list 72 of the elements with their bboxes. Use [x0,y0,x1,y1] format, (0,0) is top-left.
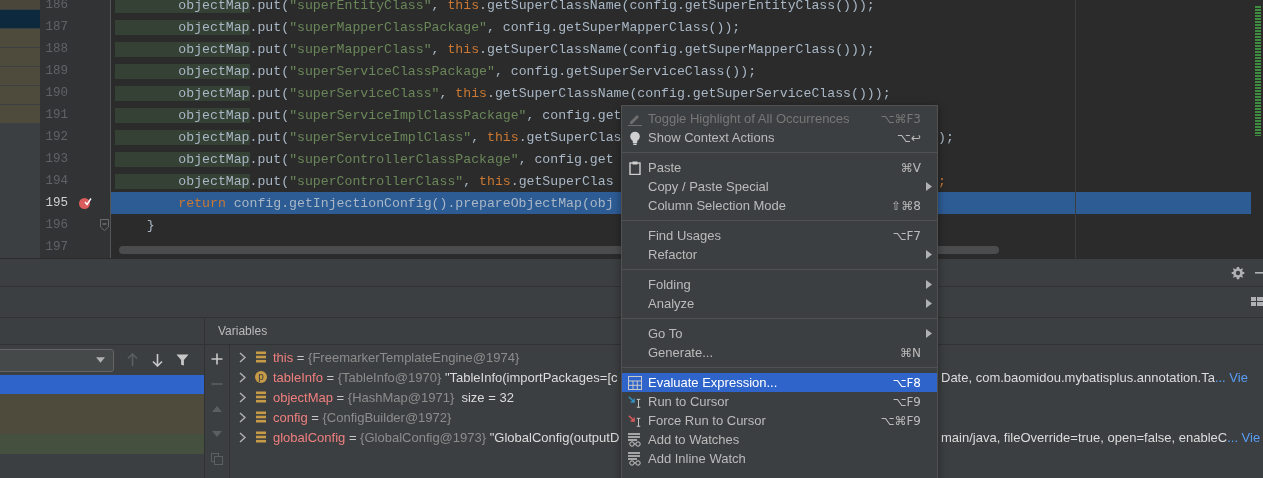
field-icon [255,391,267,403]
frame-row[interactable] [0,414,204,434]
code-line: return config.getInjectionConfig().prepareObjectMap(obj [177,195,614,211]
clipboard-icon [628,160,642,175]
code-fragment: ); [938,129,954,145]
menu-item[interactable]: Paste ⌘V [622,158,937,177]
minimize-icon[interactable] [1255,270,1263,275]
fold-icon[interactable] [99,219,109,231]
field-icon [255,431,267,443]
menu-item[interactable]: Add Inline Watch [622,449,937,468]
tree-row[interactable] [0,67,40,85]
menu-item[interactable]: Add to Watches [622,430,937,449]
view-link[interactable]: ... Vie [1214,369,1248,385]
code-line: objectMap.put("superMapperClassPackage", config.getSuperMapperClass()); [115,19,741,35]
tree-row[interactable] [0,29,40,47]
variable-entry: tableInfo = {TableInfo@1970} "TableInfo(importPackages=[c [273,369,618,385]
copy-icon[interactable] [211,453,223,465]
watch-icon [628,451,642,466]
menu-item[interactable]: Run to Cursor ⌥F9 [622,392,937,411]
down-arrow-icon[interactable] [151,353,164,367]
variable-value: main/java, fileOverride=true, open=false, enableC [941,429,1228,445]
view-link[interactable]: ... Vie [1227,429,1261,445]
settings-icon[interactable] [1231,265,1245,280]
frame-row[interactable] [0,375,204,394]
menu-item[interactable]: Refactor [622,245,937,264]
code-line: objectMap.put("superControllerClass", this.getSuperClas [115,173,614,189]
thread-dropdown[interactable] [0,348,114,372]
layout-icon[interactable] [1251,297,1263,307]
run-to-cursor-icon [628,394,642,409]
menu-item[interactable]: Column Selection Mode ⇧⌘8 [622,196,937,215]
panel-title: Variables [218,324,268,338]
menu-item[interactable]: Copy / Paste Special [622,177,937,196]
tree-row[interactable] [0,105,40,123]
code-line: objectMap.put("superMapperClass", this.getSuperClassName(config.getSuperMapperClass())); [115,41,875,57]
variable-entry: this = {FreemarkerTemplateEngine@1974} [273,349,520,365]
menu-item[interactable]: Generate... ⌘N [622,343,937,362]
line-number: 195 [44,196,68,210]
up-arrow-icon[interactable] [126,353,139,367]
menu-item[interactable]: Force Run to Cursor ⌥⌘F9 [622,411,937,430]
menu-item[interactable]: Folding [622,275,937,294]
frame-row[interactable] [0,394,204,414]
menu-item[interactable]: Analyze [622,294,937,313]
code-line: } [145,217,155,233]
force-run-icon [628,413,642,428]
watch-icon [628,432,642,447]
field-icon [255,411,267,423]
variable-entry: objectMap = {HashMap@1971} size = 32 [273,389,514,405]
code-line: objectMap.put("superServiceImplClass", this.getSuperClas [115,129,622,145]
menu-item[interactable]: Go To [622,324,937,343]
variable-value: Date, com.baomidou.mybatisplus.annotation.Ta [941,369,1215,385]
table-icon [628,375,642,390]
code-fragment: ; [938,173,946,189]
variable-entry: config = {ConfigBuilder@1972} [273,409,452,425]
parameter-icon: p [255,371,267,383]
frame-row[interactable] [0,434,204,454]
code-line: objectMap.put("superServiceClass", this.getSuperClassName(config.getSuperServiceClass())); [115,85,891,101]
menu-item[interactable]: Evaluate Expression... ⌥F8 [622,373,937,392]
caret-icon [96,357,105,363]
menu-item[interactable]: Find Usages ⌥F7 [622,226,937,245]
lightbulb-icon [628,130,642,145]
menu-item[interactable]: Show Context Actions ⌥↩ [622,128,937,147]
code-line: objectMap.put("superControllerClassPackage", config.get [115,151,614,167]
field-icon [255,351,267,363]
filter-icon[interactable] [176,353,189,367]
tree-row[interactable] [0,48,40,66]
breakpoint-icon[interactable] [78,196,92,210]
code-line: objectMap.put("superServiceImplClassPackage", config.get [115,107,622,123]
add-icon[interactable] [211,353,223,365]
tree-row[interactable] [0,10,40,28]
code-line: objectMap.put("superServiceClassPackage", config.getSuperServiceClass()); [115,63,757,79]
tree-row[interactable] [0,86,40,104]
variable-entry: globalConfig = {GlobalConfig@1973} "GlobalConfig(outputD [273,429,620,445]
